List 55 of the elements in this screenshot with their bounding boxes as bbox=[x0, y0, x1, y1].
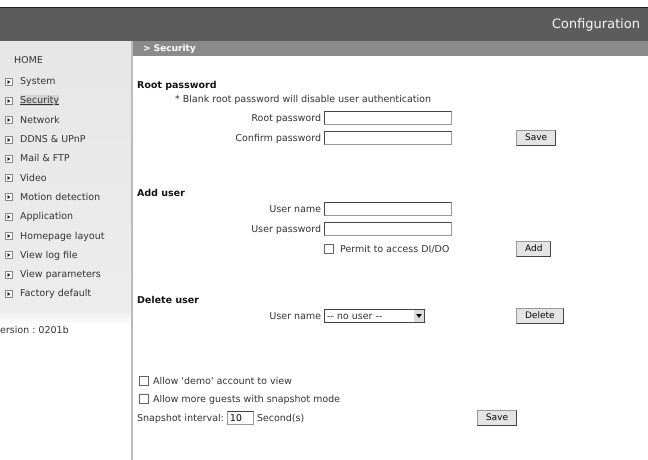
menu-item[interactable]: Network bbox=[20, 114, 60, 126]
expand-icon[interactable] bbox=[5, 193, 13, 202]
expand-icon[interactable] bbox=[5, 174, 13, 182]
expand-icon[interactable] bbox=[5, 232, 13, 240]
expand-icon[interactable] bbox=[5, 212, 13, 221]
menu-item[interactable]: Mail & FTP bbox=[20, 153, 70, 164]
checkbox[interactable] bbox=[324, 244, 334, 254]
menu-item[interactable]: System bbox=[20, 76, 56, 88]
field-label: Snapshot interval: bbox=[137, 412, 224, 424]
section-heading: Root password bbox=[137, 80, 217, 91]
input-field[interactable] bbox=[324, 131, 452, 145]
delete-button[interactable]: Delete bbox=[516, 308, 564, 324]
save-button[interactable]: Save bbox=[476, 410, 517, 426]
section-title: > Security bbox=[143, 44, 196, 54]
expand-icon[interactable] bbox=[5, 136, 13, 144]
unit-label: Second(s) bbox=[256, 412, 304, 424]
expand-icon[interactable] bbox=[5, 78, 13, 86]
expand-icon[interactable] bbox=[5, 270, 13, 279]
section-heading: Delete user bbox=[137, 295, 199, 306]
expand-icon[interactable] bbox=[5, 116, 13, 124]
user-dropdown[interactable]: -- no user -- bbox=[324, 309, 425, 323]
field-label: Confirm password bbox=[234, 132, 322, 144]
menu-item[interactable]: Factory default bbox=[20, 288, 92, 300]
expand-icon[interactable] bbox=[5, 290, 13, 298]
field-label: User name bbox=[268, 310, 322, 322]
menu-item[interactable]: Motion detection bbox=[20, 192, 100, 203]
version-text: ersion : 0201b bbox=[0, 324, 69, 336]
page-title: Configuration bbox=[552, 17, 640, 32]
home-link[interactable]: HOME bbox=[14, 55, 43, 66]
menu-item[interactable]: Application bbox=[20, 211, 74, 222]
menu-item[interactable]: View parameters bbox=[20, 269, 101, 280]
menu-item[interactable]: DDNS & UPnP bbox=[20, 134, 86, 146]
input-field[interactable] bbox=[324, 222, 452, 236]
section-heading: Add user bbox=[137, 188, 185, 199]
input-field[interactable] bbox=[324, 202, 452, 216]
checkbox-label: Allow more guests with snapshot mode bbox=[153, 394, 340, 404]
checkbox-label: Allow 'demo' account to view bbox=[153, 376, 292, 386]
note-text: * Blank root password will disable user authentication bbox=[175, 94, 431, 105]
checkbox[interactable] bbox=[139, 376, 149, 386]
menu-item[interactable]: View log file bbox=[20, 250, 78, 261]
add-button[interactable]: Add bbox=[516, 241, 552, 257]
save-button[interactable]: Save bbox=[516, 130, 556, 146]
expand-icon[interactable] bbox=[5, 251, 13, 260]
input-field[interactable] bbox=[324, 111, 452, 125]
field-label: User name bbox=[268, 204, 322, 214]
menu-item[interactable]: Homepage layout bbox=[20, 230, 104, 242]
field-label: Root password bbox=[250, 112, 322, 124]
field-label: User password bbox=[250, 224, 322, 234]
expand-icon[interactable] bbox=[5, 96, 13, 105]
interval-field[interactable]: 10 bbox=[226, 411, 254, 425]
checkbox-label: Permit to access DI/DO bbox=[340, 244, 450, 254]
menu-item[interactable]: Video bbox=[20, 172, 47, 184]
checkbox[interactable] bbox=[139, 394, 149, 404]
expand-icon[interactable] bbox=[5, 154, 13, 163]
menu-item[interactable]: Security bbox=[20, 95, 60, 106]
